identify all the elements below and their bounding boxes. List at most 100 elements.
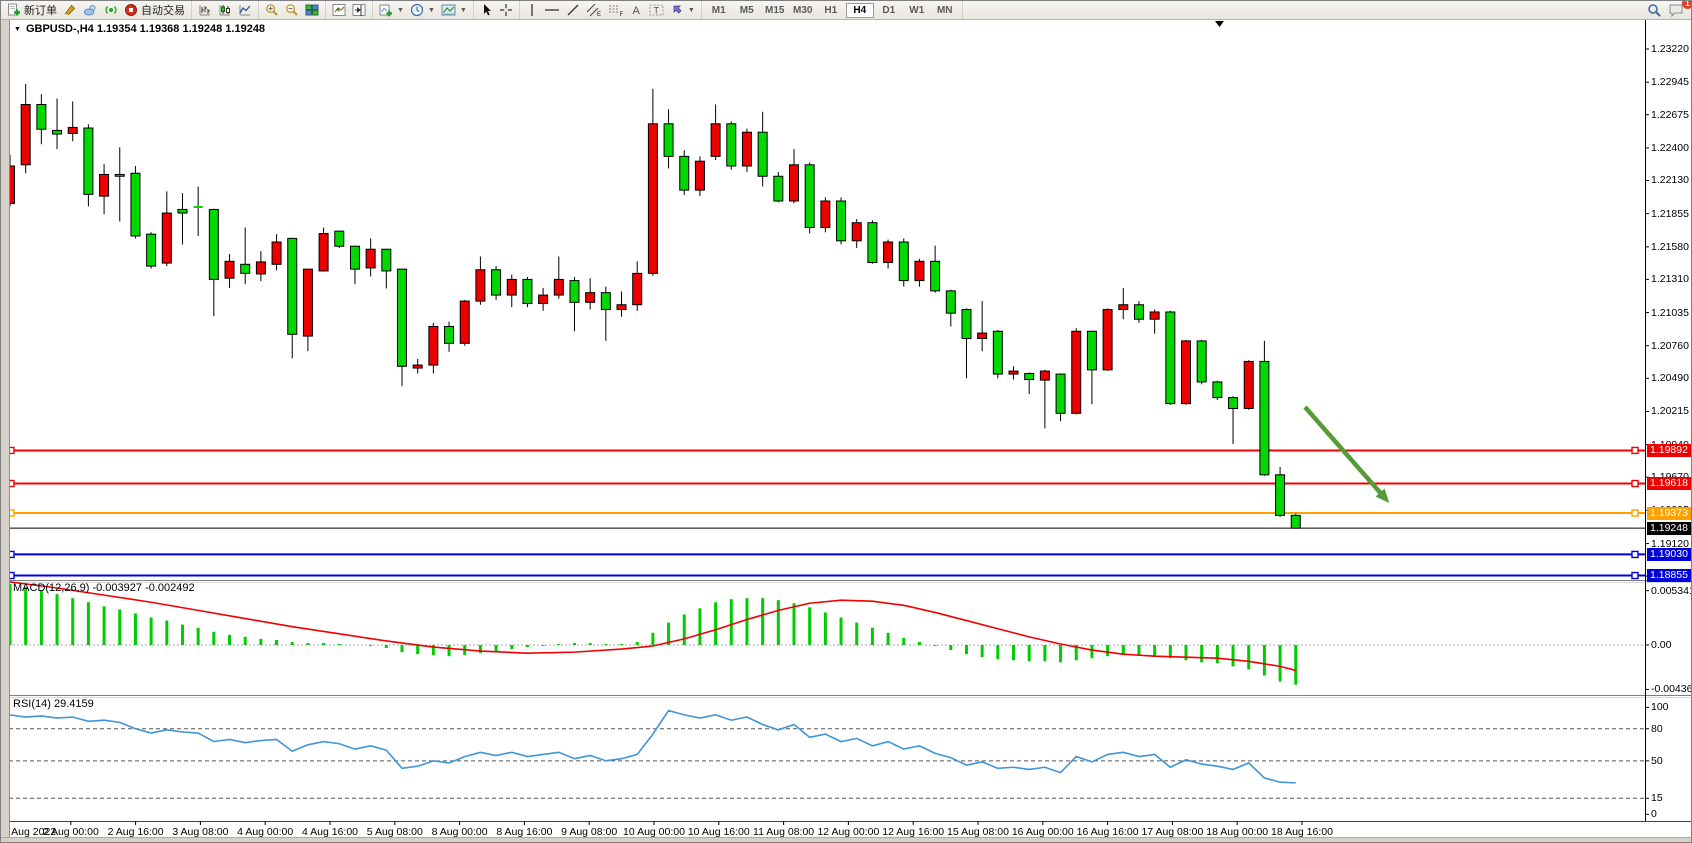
- signals-button[interactable]: [101, 2, 121, 18]
- toolbar-group-trade: 新订单 自动交易: [1, 1, 192, 19]
- candle-body: [1056, 374, 1065, 413]
- dropdown-arrow-icon[interactable]: ▼: [460, 7, 467, 14]
- price-axis-label: 1.21035: [1651, 307, 1692, 319]
- tile-windows-button[interactable]: [302, 2, 322, 18]
- price-axis-label: 1.21580: [1651, 241, 1692, 253]
- rsi-label: RSI(14) 29.4159: [13, 698, 94, 710]
- auto-scroll-button[interactable]: [349, 2, 369, 18]
- candle-body: [884, 242, 893, 263]
- indicators-window-button[interactable]: [329, 2, 349, 18]
- horizontal-line-button[interactable]: [541, 2, 563, 18]
- rsi-axis-label: 80: [1651, 723, 1692, 735]
- cursor-button[interactable]: [477, 2, 496, 18]
- candle-body: [946, 291, 955, 313]
- rsi-axis-label: 0: [1651, 808, 1692, 820]
- chart-window[interactable]: 1.232201.229451.226751.224001.221301.218…: [1, 19, 1692, 843]
- hline-price-label: 1.19373: [1647, 507, 1692, 520]
- price-axis-label: 1.21855: [1651, 208, 1692, 220]
- community-button[interactable]: [80, 2, 101, 18]
- macd-axis-label: -0.004368: [1651, 683, 1692, 695]
- autotrading-icon: [124, 3, 138, 17]
- hline-handle-right: [1632, 573, 1638, 579]
- current-price-label: 1.19248: [1647, 522, 1692, 535]
- hline-handle-right: [1632, 480, 1638, 486]
- candle-body: [774, 176, 783, 201]
- toolbar-group-pointer: [474, 1, 520, 19]
- vertical-line-button[interactable]: [523, 2, 541, 18]
- candle-body: [460, 301, 469, 343]
- dropdown-arrow-icon[interactable]: ▼: [397, 7, 404, 14]
- candle-body: [398, 269, 407, 366]
- timeframe-w1-button[interactable]: W1: [904, 4, 930, 17]
- chart-line-button[interactable]: [235, 2, 255, 18]
- trendline-button[interactable]: [563, 2, 583, 18]
- toolbar-group-zoom: [259, 1, 326, 19]
- dropdown-arrow-icon[interactable]: ▼: [688, 7, 695, 14]
- notification-badge: 1: [1682, 0, 1692, 9]
- candle-body: [523, 279, 532, 303]
- text-label-button[interactable]: T: [646, 2, 667, 18]
- templates-button[interactable]: ▼: [438, 2, 470, 18]
- timeframe-m15-button[interactable]: M15: [762, 4, 788, 17]
- timeframe-m30-button[interactable]: M30: [790, 4, 816, 17]
- text-button[interactable]: A: [627, 2, 646, 18]
- candle-body: [53, 130, 62, 134]
- candle-body: [1103, 310, 1112, 370]
- chart-candles-button[interactable]: [215, 2, 235, 18]
- candle-body: [805, 165, 814, 228]
- timeframe-group: M1M5M15M30H1H4D1W1MN: [702, 1, 963, 19]
- chevron-down-icon[interactable]: ▼: [14, 26, 21, 33]
- timeframe-m5-button[interactable]: M5: [734, 4, 760, 17]
- timeframe-h1-button[interactable]: H1: [818, 4, 844, 17]
- toolbar: 新订单 自动交易 ▼ ▼ ▼ EFAT ▼ M1M5M15M30H1H4D1W1MN 1: [1, 1, 1692, 20]
- candle-body: [978, 333, 987, 338]
- chat-button[interactable]: 1: [1665, 2, 1687, 18]
- candle-body: [1244, 361, 1253, 408]
- arrows-button[interactable]: ▼: [667, 2, 698, 18]
- fibonacci-button[interactable]: F: [605, 2, 627, 18]
- candle-body: [1291, 515, 1300, 528]
- timeframe-mn-button[interactable]: MN: [932, 4, 958, 17]
- candle-body: [648, 124, 657, 274]
- styler-button[interactable]: [60, 2, 80, 18]
- autotrading-button[interactable]: 自动交易: [121, 1, 188, 19]
- chart-line-icon: [238, 3, 252, 17]
- zoom-in-button[interactable]: [262, 2, 282, 18]
- candle-body: [554, 279, 563, 295]
- timeframe-m1-button[interactable]: M1: [706, 4, 732, 17]
- mt4-window: 新订单 自动交易 ▼ ▼ ▼ EFAT ▼ M1M5M15M30H1H4D1W1MN 1 1.2…: [0, 0, 1692, 843]
- candle-body: [507, 279, 516, 295]
- dropdown-arrow-icon[interactable]: ▼: [428, 7, 435, 14]
- candle-body: [680, 156, 689, 190]
- community-icon: [83, 3, 98, 17]
- price-axis-label: 1.20760: [1651, 340, 1692, 352]
- crosshair-button[interactable]: [496, 2, 516, 18]
- add-indicator-button[interactable]: ▼: [376, 2, 407, 18]
- hline-price-label: 1.19618: [1647, 477, 1692, 490]
- equidistant-channel-button[interactable]: E: [583, 2, 605, 18]
- chart-canvas[interactable]: [1, 19, 1692, 843]
- signals-icon: [104, 3, 118, 17]
- price-shift-marker-icon: [1215, 21, 1224, 27]
- chart-bars-button[interactable]: [195, 2, 215, 18]
- candle-body: [539, 295, 548, 303]
- candle-body: [429, 326, 438, 365]
- new-order-icon: [7, 3, 21, 17]
- zoom-out-button[interactable]: [282, 2, 302, 18]
- candle-body: [727, 124, 736, 166]
- price-axis-label: 1.20215: [1651, 405, 1692, 417]
- candle-body: [178, 209, 187, 213]
- timeframe-d1-button[interactable]: D1: [876, 4, 902, 17]
- candle-body: [711, 124, 720, 157]
- candle-body: [695, 161, 704, 190]
- timeframe-h4-button[interactable]: H4: [846, 3, 874, 18]
- candle-body: [68, 127, 77, 133]
- new-order-label: 新订单: [24, 2, 57, 18]
- periods-button[interactable]: ▼: [407, 2, 438, 18]
- candle-body: [664, 124, 673, 157]
- candle-body: [335, 231, 344, 246]
- new-order-button[interactable]: 新订单: [4, 1, 60, 19]
- candle-body: [601, 293, 610, 310]
- search-button[interactable]: [1644, 2, 1665, 19]
- styler-icon: [63, 3, 77, 17]
